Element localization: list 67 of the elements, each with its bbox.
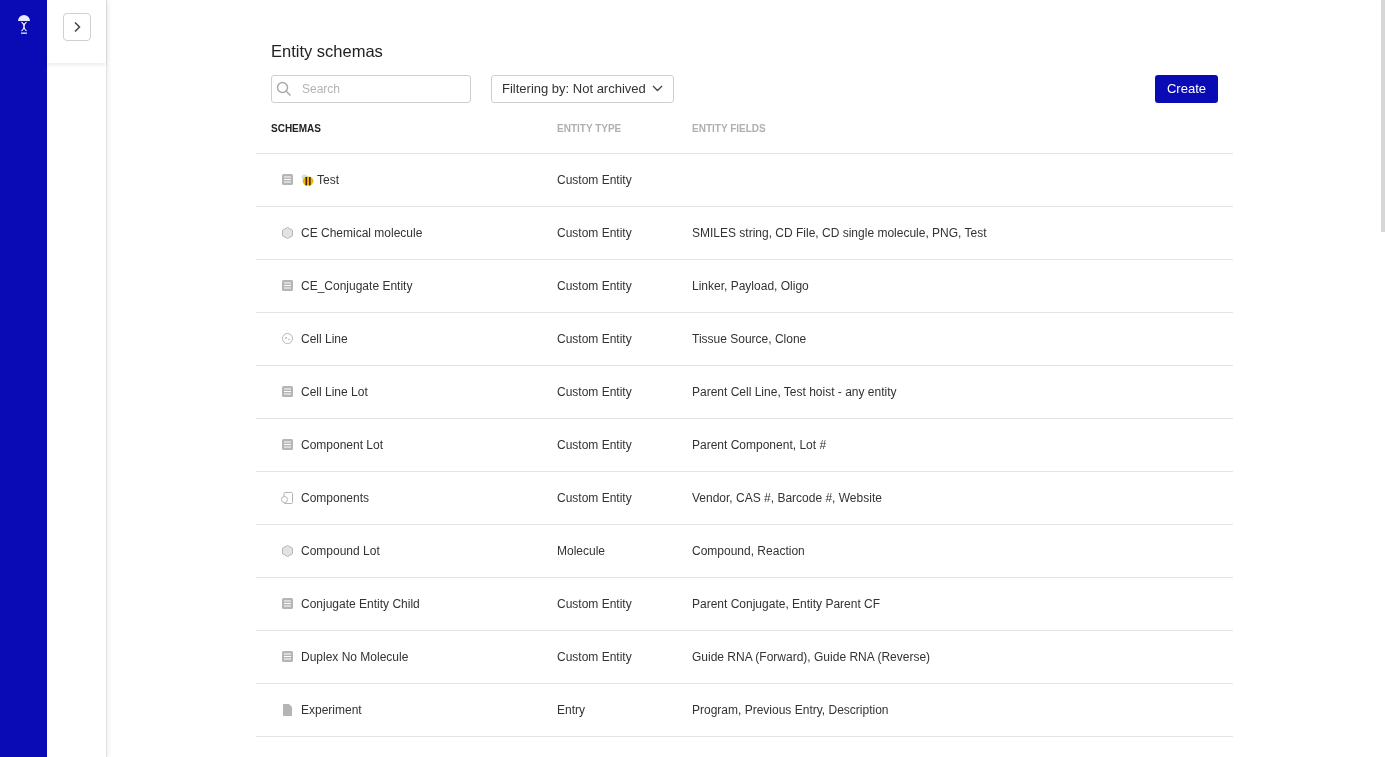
entity-type: Custom Entity xyxy=(557,171,633,189)
filter-dropdown[interactable]: Filtering by: Not archived xyxy=(491,74,674,103)
table-row[interactable]: Experiment Entry Program, Previous Entry, Description xyxy=(256,683,1233,737)
table-row[interactable]: Duplex No Molecule Custom Entity Guide RNA (Forward), Guide RNA (Reverse) xyxy=(256,630,1233,684)
entity-fields: SMILES string, CD File, CD single molecule, PNG, Test xyxy=(692,223,1233,242)
table-row[interactable]: Conjugate Entity Child Custom Entity Parent Conjugate, Entity Parent CF xyxy=(256,577,1233,631)
list-icon xyxy=(281,386,293,398)
column-header: ENTITY FIELDS xyxy=(692,121,767,136)
entity-fields: Program, Previous Entry, Description xyxy=(692,700,1233,719)
entity-type: Custom Entity xyxy=(557,648,633,666)
entity-type: Custom Entity xyxy=(557,330,633,348)
entity-type: Custom Entity xyxy=(557,277,633,295)
table-row[interactable]: Component Lot Custom Entity Parent Component, Lot # xyxy=(256,418,1233,472)
entity-fields: Parent Cell Line, Test hoist - any entity xyxy=(692,382,1233,401)
table-row[interactable]: Cell Line Lot Custom Entity Parent Cell Line, Test hoist - any entity xyxy=(256,365,1233,419)
list-icon xyxy=(281,598,293,610)
table-row[interactable]: Test Custom Entity xyxy=(256,153,1233,207)
column-header: ENTITY TYPE xyxy=(557,121,623,136)
schema-name: CE_Conjugate Entity xyxy=(301,277,413,295)
schema-name: Components xyxy=(301,489,370,507)
logo-icon[interactable] xyxy=(16,13,31,35)
entity-type: Custom Entity xyxy=(557,489,633,507)
components-icon xyxy=(281,491,293,504)
list-icon xyxy=(281,280,293,292)
table-row[interactable]: Components Custom Entity Vendor, CAS #, Barcode #, Website xyxy=(256,471,1233,525)
schema-name: Cell Line xyxy=(301,330,348,348)
schema-name: Cell Line Lot xyxy=(301,383,368,401)
search-field[interactable]: Search xyxy=(271,74,471,103)
entity-type: Custom Entity xyxy=(557,383,633,401)
entity-fields: Tissue Source, Clone xyxy=(692,329,1233,348)
schema-name: Conjugate Entity Child xyxy=(301,595,420,613)
table-row[interactable]: Compound Lot Molecule Compound, Reaction xyxy=(256,524,1233,578)
entity-type: Molecule xyxy=(557,542,607,560)
entity-fields: Compound, Reaction xyxy=(692,541,1233,560)
entity-fields: Parent Conjugate, Entity Parent CF xyxy=(692,594,1233,613)
entity-fields: Vendor, CAS #, Barcode #, Website xyxy=(692,488,1233,507)
chevron-right-icon xyxy=(72,21,81,33)
schema-name: Duplex No Molecule xyxy=(301,648,409,666)
entity-type: Custom Entity xyxy=(557,436,633,454)
list-icon xyxy=(281,174,293,186)
entity-type: Custom Entity xyxy=(557,224,633,242)
entity-fields: Guide RNA (Forward), Guide RNA (Reverse) xyxy=(692,647,1233,666)
hexagon-icon xyxy=(281,544,293,557)
schema-name: Compound Lot xyxy=(301,542,380,560)
schema-name: CE Chemical molecule xyxy=(301,224,423,242)
entity-fields: Linker, Payload, Oligo xyxy=(692,276,1233,295)
chevron-down-icon xyxy=(651,85,663,93)
column-header: SCHEMAS xyxy=(271,121,322,136)
entity-fields: Parent Component, Lot # xyxy=(692,435,1233,454)
table-row[interactable]: Cell Line Custom Entity Tissue Source, Clone xyxy=(256,312,1233,366)
bee-icon xyxy=(301,173,314,186)
list-icon xyxy=(281,439,293,451)
create-button[interactable]: Create xyxy=(1154,74,1218,103)
expand-button[interactable] xyxy=(62,13,91,41)
cell-icon xyxy=(281,333,293,345)
schema-name: Component Lot xyxy=(301,436,384,454)
list-icon xyxy=(281,651,293,663)
page-title: Entity schemas xyxy=(270,41,384,62)
schema-name: Experiment xyxy=(301,701,362,719)
document-icon xyxy=(282,703,292,716)
schema-name: Test xyxy=(317,171,339,189)
hexagon-icon xyxy=(281,226,293,239)
search-icon xyxy=(276,80,292,97)
entity-type: Entry xyxy=(557,701,586,719)
table-row[interactable]: CE Chemical molecule Custom Entity SMILES string, CD File, CD single molecule, PNG, Test xyxy=(256,206,1233,260)
entity-type: Custom Entity xyxy=(557,595,633,613)
table-row[interactable]: CE_Conjugate Entity Custom Entity Linker, Payload, Oligo xyxy=(256,259,1233,313)
